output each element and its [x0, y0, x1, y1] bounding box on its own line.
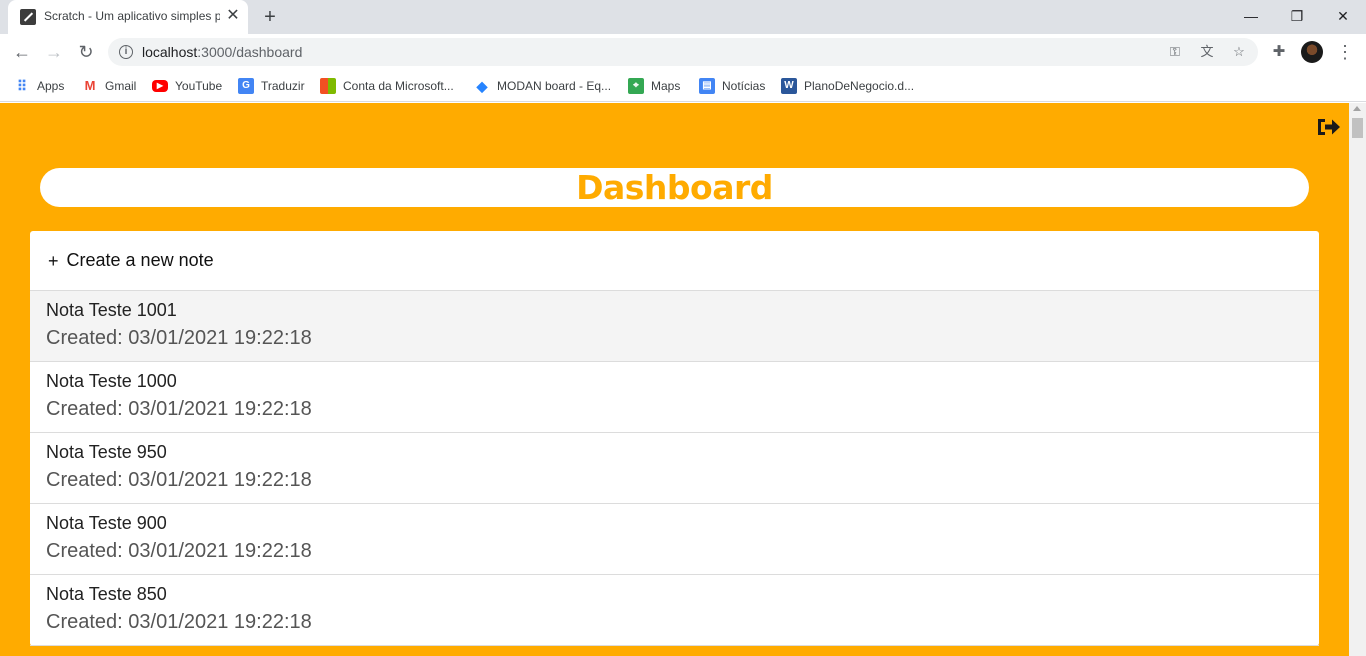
note-created: Created: 03/01/2021 19:22:18	[46, 398, 312, 420]
bookmark-label: Conta da Microsoft...	[343, 79, 454, 93]
note-created: Created: 03/01/2021 19:22:18	[46, 327, 312, 349]
note-title: Nota Teste 850	[46, 584, 167, 604]
gmail-icon: M	[82, 78, 98, 94]
bookmark-label: Traduzir	[261, 79, 305, 93]
forward-arrow-icon[interactable]: →	[41, 39, 67, 65]
bookmark-youtube[interactable]: ▶ YouTube	[152, 77, 222, 95]
bookmark-label: Maps	[651, 79, 681, 93]
note-title: Nota Teste 1001	[46, 300, 177, 320]
logout-icon[interactable]	[1316, 115, 1342, 139]
scroll-up-arrow-icon[interactable]	[1353, 106, 1361, 111]
page-title: Dashboard	[576, 168, 773, 207]
note-item[interactable]: Nota Teste 1000 Created: 03/01/2021 19:2…	[30, 362, 1319, 433]
url-host: localhost	[142, 44, 198, 60]
maps-icon: ⌖	[628, 78, 644, 94]
bookmark-label: Notícias	[722, 79, 766, 93]
bookmark-modan[interactable]: ◆ MODAN board - Eq...	[474, 77, 611, 95]
bookmark-traduzir[interactable]: G Traduzir	[238, 77, 305, 95]
note-title: Nota Teste 900	[46, 513, 167, 533]
key-icon[interactable]: ⚿	[1166, 43, 1184, 61]
plus-icon: +	[48, 250, 59, 271]
bookmarks-bar: ⠿ Apps M Gmail ▶ YouTube G Traduzir Cont…	[0, 70, 1366, 102]
scroll-thumb[interactable]	[1352, 118, 1363, 138]
bookmark-planodenegocio[interactable]: W PlanoDeNegocio.d...	[781, 77, 914, 95]
bookmark-microsoft[interactable]: Conta da Microsoft...	[320, 77, 454, 95]
browser-tab[interactable]: Scratch - Um aplicativo simples p ✕	[8, 0, 248, 34]
create-note-label: Create a new note	[66, 250, 214, 270]
bookmark-maps[interactable]: ⌖ Maps	[628, 77, 680, 95]
bookmark-noticias[interactable]: ▤ Notícias	[699, 77, 765, 95]
bookmark-gmail[interactable]: M Gmail	[82, 77, 136, 95]
notes-list: + Create a new note Nota Teste 1001 Crea…	[30, 231, 1319, 646]
restore-button[interactable]: ❐	[1274, 0, 1320, 32]
translate-icon: G	[238, 78, 254, 94]
note-item[interactable]: Nota Teste 1001 Created: 03/01/2021 19:2…	[30, 291, 1319, 362]
dashboard-page: Dashboard + Create a new note Nota Teste…	[0, 103, 1349, 656]
note-item[interactable]: Nota Teste 900 Created: 03/01/2021 19:22…	[30, 504, 1319, 575]
url-path: :3000/dashboard	[197, 44, 303, 60]
extensions-puzzle-icon[interactable]: ✚	[1268, 41, 1290, 63]
bookmark-apps[interactable]: ⠿ Apps	[14, 77, 65, 95]
note-created: Created: 03/01/2021 19:22:18	[46, 540, 312, 562]
tab-strip: Scratch - Um aplicativo simples p ✕ + — …	[0, 0, 1366, 34]
note-created: Created: 03/01/2021 19:22:18	[46, 469, 312, 491]
bookmark-label: PlanoDeNegocio.d...	[804, 79, 915, 93]
new-tab-button[interactable]: +	[258, 6, 282, 28]
browser-menu-icon[interactable]: ⋮	[1336, 41, 1354, 63]
note-item[interactable]: Nota Teste 950 Created: 03/01/2021 19:22…	[30, 433, 1319, 504]
minimize-button[interactable]: —	[1228, 0, 1274, 32]
translate-page-icon[interactable]: 文	[1198, 43, 1216, 61]
note-title: Nota Teste 1000	[46, 371, 177, 391]
bookmark-label: MODAN board - Eq...	[497, 79, 612, 93]
microsoft-icon	[320, 78, 336, 94]
address-bar[interactable]: i localhost:3000/dashboard ⚿ 文 ☆	[108, 38, 1258, 66]
youtube-icon: ▶	[152, 80, 168, 92]
scratch-favicon-icon	[20, 9, 36, 25]
note-item[interactable]: Nota Teste 850 Created: 03/01/2021 19:22…	[30, 575, 1319, 646]
browser-toolbar: ← → ↻ i localhost:3000/dashboard ⚿ 文 ☆ ✚…	[0, 34, 1366, 70]
bookmark-label: Gmail	[105, 79, 137, 93]
news-icon: ▤	[699, 78, 715, 94]
note-title: Nota Teste 950	[46, 442, 167, 462]
bookmark-star-icon[interactable]: ☆	[1230, 43, 1248, 61]
jira-icon: ◆	[476, 78, 488, 94]
reload-icon[interactable]: ↻	[73, 39, 99, 65]
close-window-button[interactable]: ✕	[1320, 0, 1366, 32]
create-note-button[interactable]: + Create a new note	[30, 231, 1319, 291]
dashboard-header: Dashboard	[40, 168, 1309, 207]
site-info-icon[interactable]: i	[119, 45, 133, 59]
profile-avatar[interactable]	[1301, 41, 1323, 63]
note-created: Created: 03/01/2021 19:22:18	[46, 611, 312, 633]
url-text: localhost:3000/dashboard	[142, 44, 302, 60]
back-arrow-icon[interactable]: ←	[9, 39, 35, 65]
apps-grid-icon: ⠿	[16, 78, 28, 94]
page-scrollbar[interactable]	[1349, 103, 1366, 656]
bookmark-label: YouTube	[175, 79, 223, 93]
bookmark-label: Apps	[37, 79, 65, 93]
tab-title: Scratch - Um aplicativo simples p	[44, 9, 220, 23]
tab-close-icon[interactable]: ✕	[224, 7, 242, 25]
word-icon: W	[781, 78, 797, 94]
